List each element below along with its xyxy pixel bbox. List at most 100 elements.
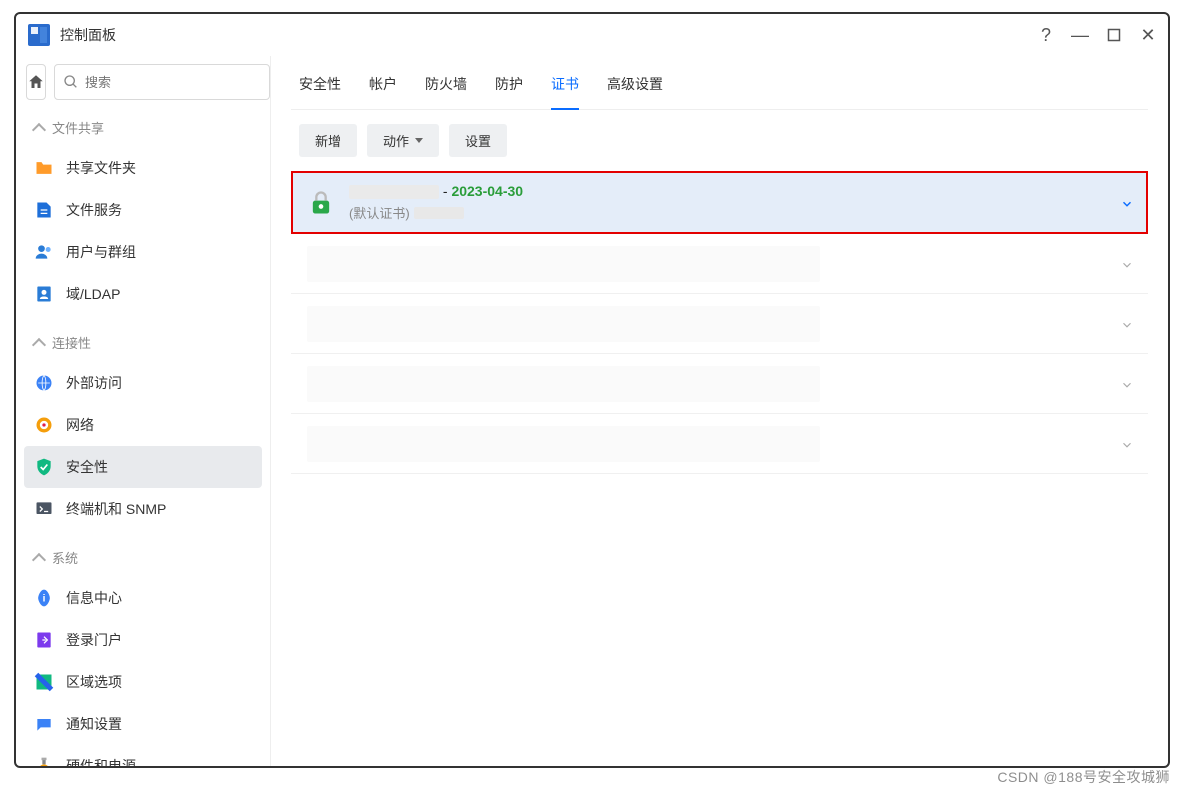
sidebar-item-login-portal[interactable]: 登录门户 [16, 619, 270, 661]
chevron-down-icon[interactable] [1120, 258, 1132, 270]
sidebar-item-label: 域/LDAP [66, 284, 120, 304]
section-header-connectivity[interactable]: 连接性 [16, 323, 270, 362]
chevron-down-icon[interactable] [1120, 197, 1132, 209]
tabs: 安全性 帐户 防火墙 防护 证书 高级设置 [291, 56, 1148, 110]
body: 文件共享 共享文件夹 文件服务 用户与群组 域/LDAP 连 [16, 56, 1168, 766]
close-icon[interactable]: ✕ [1140, 27, 1156, 43]
notification-icon [34, 714, 54, 734]
chevron-down-icon[interactable] [1120, 438, 1132, 450]
default-cert-label: (默认证书) [349, 203, 410, 222]
section-label: 系统 [52, 548, 78, 567]
chevron-down-icon[interactable] [1120, 378, 1132, 390]
sidebar-item-hardware-power[interactable]: 硬件和电源 [16, 745, 270, 766]
sidebar-item-shared-folder[interactable]: 共享文件夹 [16, 147, 270, 189]
certificate-text: - 2023-04-30 (默认证书) [349, 183, 1120, 222]
tab-account[interactable]: 帐户 [369, 74, 397, 109]
sidebar-item-label: 硬件和电源 [66, 756, 136, 766]
tab-firewall[interactable]: 防火墙 [425, 74, 467, 109]
folder-icon [34, 158, 54, 178]
chevron-up-icon [32, 337, 46, 351]
toolbar: 新增 动作 设置 [291, 110, 1148, 171]
caret-down-icon [415, 138, 423, 143]
tab-certificate[interactable]: 证书 [551, 74, 579, 110]
sidebar-item-label: 终端机和 SNMP [66, 499, 166, 519]
chevron-down-icon[interactable] [1120, 318, 1132, 330]
sidebar-top [16, 64, 270, 108]
section-header-system[interactable]: 系统 [16, 538, 270, 577]
portal-icon [34, 630, 54, 650]
certificate-item[interactable]: - 2023-04-30 (默认证书) [291, 171, 1148, 234]
redacted-item [307, 306, 820, 342]
section-label: 连接性 [52, 333, 91, 352]
search-icon [63, 74, 79, 90]
sidebar-item-notification[interactable]: 通知设置 [16, 703, 270, 745]
sidebar-item-ldap[interactable]: 域/LDAP [16, 273, 270, 315]
redacted-name [349, 185, 439, 199]
sidebar-item-info-center[interactable]: i 信息中心 [16, 577, 270, 619]
add-button[interactable]: 新增 [299, 124, 357, 157]
sidebar-item-security[interactable]: 安全性 [24, 446, 262, 488]
sidebar-item-label: 登录门户 [66, 630, 122, 650]
redacted-text [414, 207, 464, 219]
app-icon [28, 24, 50, 46]
certificate-item[interactable] [291, 354, 1148, 414]
sidebar-item-label: 信息中心 [66, 588, 122, 608]
region-icon [34, 672, 54, 692]
redacted-item [307, 246, 820, 282]
search-field[interactable] [54, 64, 270, 100]
sidebar-item-users-groups[interactable]: 用户与群组 [16, 231, 270, 273]
certificate-item[interactable] [291, 234, 1148, 294]
certificate-item[interactable] [291, 414, 1148, 474]
users-icon [34, 242, 54, 262]
sidebar-item-network[interactable]: 网络 [16, 404, 270, 446]
hardware-icon [34, 756, 54, 766]
sidebar-item-label: 用户与群组 [66, 242, 136, 262]
lock-icon [307, 189, 335, 217]
redacted-item [307, 426, 820, 462]
certificate-list: - 2023-04-30 (默认证书) [291, 171, 1148, 474]
main-content: 安全性 帐户 防火墙 防护 证书 高级设置 新增 动作 设置 [271, 56, 1168, 766]
shield-icon [34, 457, 54, 477]
window-title: 控制面板 [60, 25, 1038, 45]
tab-security[interactable]: 安全性 [299, 74, 341, 109]
ldap-icon [34, 284, 54, 304]
svg-text:i: i [43, 593, 46, 604]
action-button[interactable]: 动作 [367, 124, 439, 157]
sidebar-item-external-access[interactable]: 外部访问 [16, 362, 270, 404]
help-icon[interactable]: ? [1038, 27, 1054, 43]
minimize-icon[interactable]: — [1072, 27, 1088, 43]
certificate-item[interactable] [291, 294, 1148, 354]
titlebar: 控制面板 ? — ✕ [16, 14, 1168, 56]
redacted-item [307, 366, 820, 402]
watermark: CSDN @188号安全攻城狮 [997, 767, 1170, 787]
sidebar-item-file-services[interactable]: 文件服务 [16, 189, 270, 231]
home-button[interactable] [26, 64, 46, 100]
sidebar-item-label: 网络 [66, 415, 94, 435]
info-icon: i [34, 588, 54, 608]
search-input[interactable] [85, 75, 261, 90]
chevron-up-icon [32, 552, 46, 566]
sidebar-item-label: 安全性 [66, 457, 108, 477]
maximize-icon[interactable] [1106, 27, 1122, 43]
settings-button[interactable]: 设置 [449, 124, 507, 157]
sidebar-item-label: 共享文件夹 [66, 158, 136, 178]
network-icon [34, 415, 54, 435]
sidebar-item-label: 文件服务 [66, 200, 122, 220]
sidebar-item-terminal-snmp[interactable]: 终端机和 SNMP [16, 488, 270, 530]
tab-advanced[interactable]: 高级设置 [607, 74, 663, 109]
certificate-date: 2023-04-30 [451, 183, 523, 199]
file-service-icon [34, 200, 54, 220]
chevron-up-icon [32, 122, 46, 136]
section-label: 文件共享 [52, 118, 104, 137]
sidebar: 文件共享 共享文件夹 文件服务 用户与群组 域/LDAP 连 [16, 56, 271, 766]
certificate-subtitle: (默认证书) [349, 203, 1120, 222]
terminal-icon [34, 499, 54, 519]
tab-protection[interactable]: 防护 [495, 74, 523, 109]
window: 控制面板 ? — ✕ 文件共享 [14, 12, 1170, 768]
sidebar-item-label: 通知设置 [66, 714, 122, 734]
sidebar-item-label: 外部访问 [66, 373, 122, 393]
external-access-icon [34, 373, 54, 393]
sidebar-item-label: 区域选项 [66, 672, 122, 692]
sidebar-item-regional-options[interactable]: 区域选项 [16, 661, 270, 703]
section-header-file-sharing[interactable]: 文件共享 [16, 108, 270, 147]
